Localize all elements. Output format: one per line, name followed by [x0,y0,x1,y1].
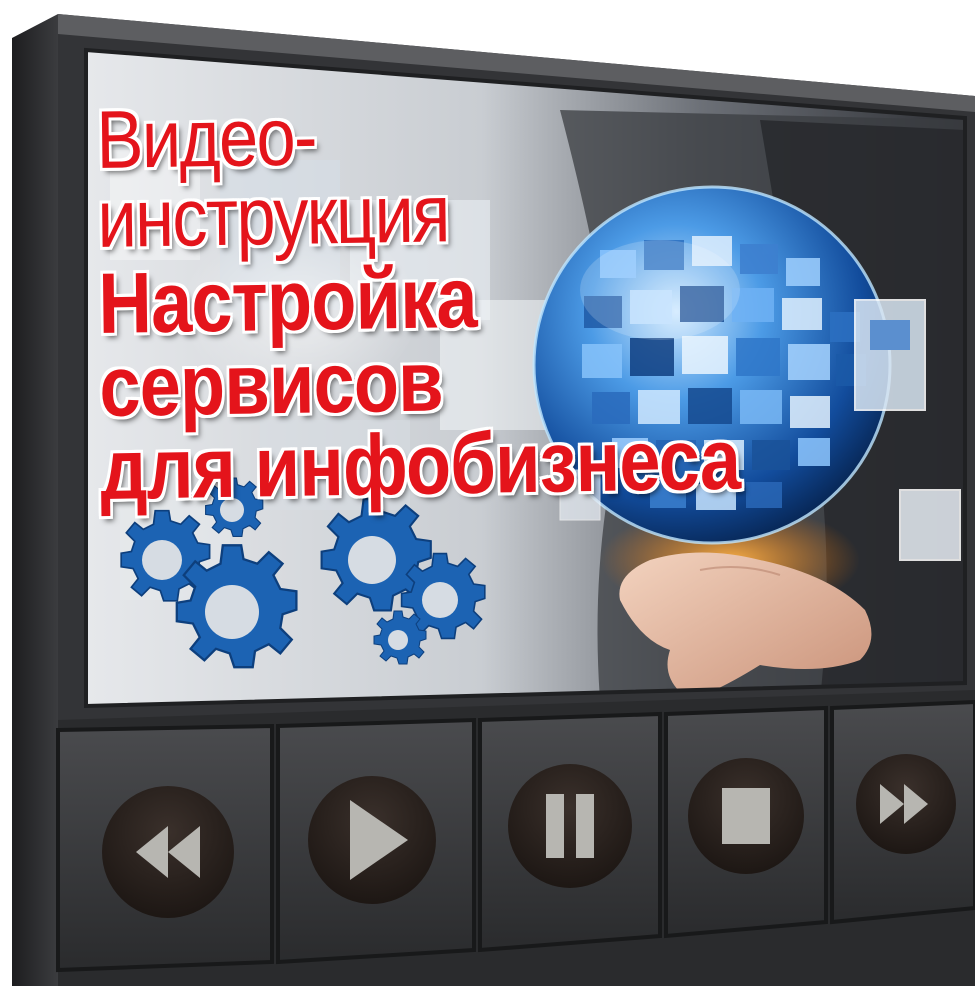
play-button[interactable] [308,776,436,904]
pause-button[interactable] [508,764,632,888]
rewind-button[interactable] [102,786,234,918]
stop-icon [722,788,770,844]
stop-button[interactable] [688,758,804,874]
video-player-box: Видео-инструкция Настройка сервисов для … [0,0,975,986]
fast-forward-button[interactable] [856,754,956,854]
